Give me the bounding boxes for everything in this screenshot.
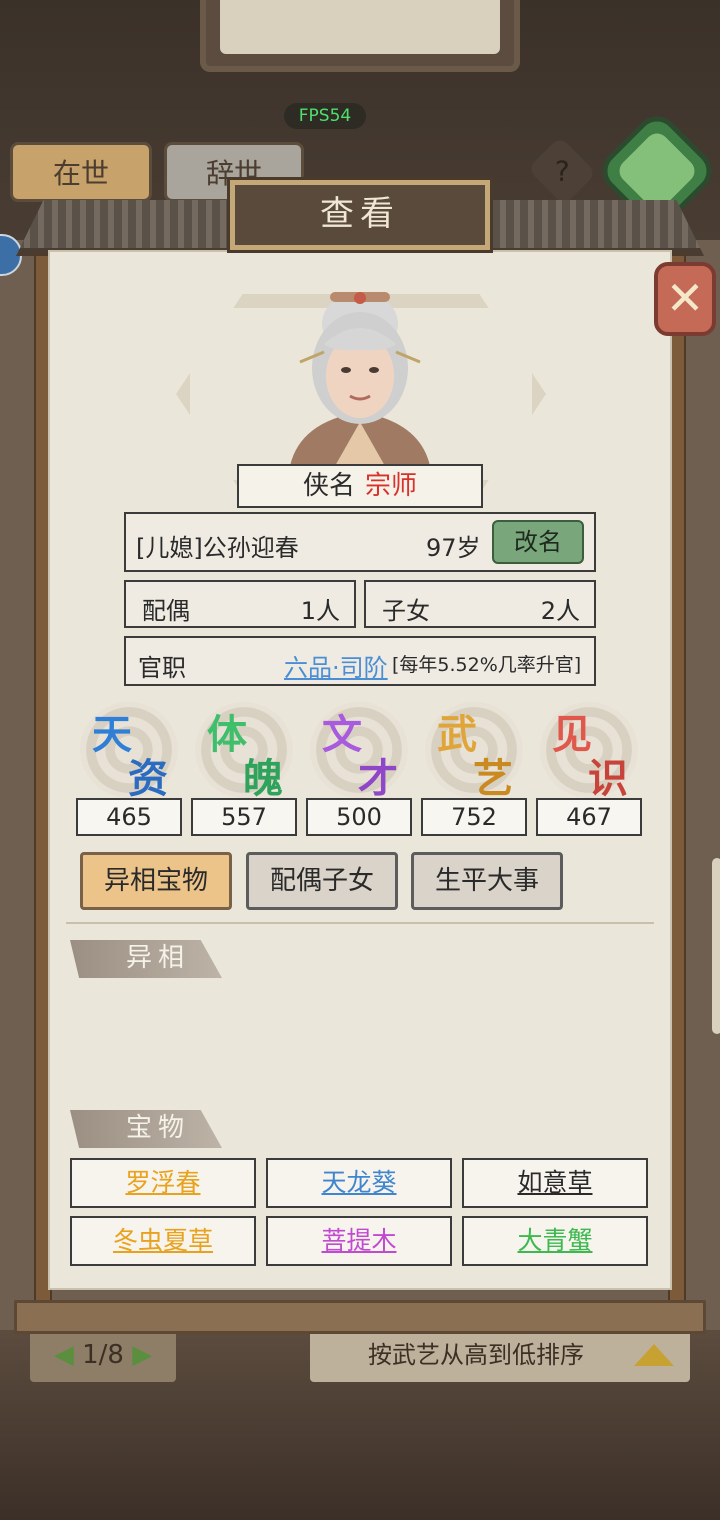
- stat-char-1: 武: [437, 711, 477, 758]
- name-row: [儿媳]公孙迎春 97岁 改名: [124, 512, 596, 572]
- tab-spouse-children[interactable]: 配偶子女: [246, 852, 398, 910]
- character-age: 97岁: [426, 534, 481, 562]
- tab-traits-treasures[interactable]: 异相宝物: [80, 852, 232, 910]
- promotion-rate: [每年5.52%几率升官]: [392, 654, 582, 676]
- stat-martial: 武 艺 752: [421, 702, 527, 836]
- sort-triangle-icon: [634, 1344, 674, 1366]
- treasure-item[interactable]: 罗浮春: [70, 1158, 256, 1208]
- next-page-icon[interactable]: ▶: [132, 1340, 152, 1370]
- tab-life-events[interactable]: 生平大事: [411, 852, 563, 910]
- prev-page-icon[interactable]: ◀: [54, 1340, 74, 1370]
- stat-char-2: 魄: [243, 755, 283, 802]
- spouse-label: 配偶: [142, 597, 190, 625]
- close-x-icon: ✕: [665, 271, 705, 325]
- page-number: 1/8: [82, 1340, 124, 1370]
- section-traits: 异相: [70, 940, 222, 978]
- section-treasures: 宝物: [70, 1110, 222, 1148]
- stat-physique: 体 魄 557: [191, 702, 297, 836]
- children-row: 子女 2人: [364, 580, 596, 628]
- spouse-row: 配偶 1人: [124, 580, 356, 628]
- scrollbar[interactable]: [712, 858, 720, 1034]
- character-portrait: [290, 292, 430, 466]
- stat-talent: 天 资 465: [76, 702, 182, 836]
- stat-char-1: 天: [92, 711, 132, 758]
- divider: [66, 922, 654, 924]
- painting-frame: [200, 0, 520, 72]
- hero-title-label: 侠名: [302, 471, 355, 501]
- dialog-title: 查看: [320, 194, 400, 234]
- sort-label: 按武艺从高到低排序: [368, 1341, 584, 1369]
- treasure-item[interactable]: 菩提木: [266, 1216, 452, 1266]
- stat-value: 467: [536, 798, 642, 836]
- sort-button[interactable]: 按武艺从高到低排序: [310, 1330, 690, 1382]
- close-button[interactable]: ✕: [654, 262, 716, 336]
- stat-char-2: 识: [588, 755, 628, 802]
- dialog-title-plaque: 查看: [230, 180, 490, 250]
- stat-char-2: 才: [358, 755, 398, 802]
- treasure-item[interactable]: 天龙葵: [266, 1158, 452, 1208]
- office-rank-link[interactable]: 六品·司阶: [284, 648, 388, 683]
- children-count: 2人: [540, 597, 580, 625]
- treasure-item[interactable]: 大青蟹: [462, 1216, 648, 1266]
- spouse-count: 1人: [300, 597, 340, 625]
- stat-value: 752: [421, 798, 527, 836]
- treasure-item[interactable]: 冬虫夏草: [70, 1216, 256, 1266]
- stat-char-1: 体: [207, 711, 247, 758]
- stat-char-2: 艺: [473, 755, 513, 802]
- stat-value: 465: [76, 798, 182, 836]
- hero-title-value: 宗师: [365, 471, 418, 501]
- children-label: 子女: [382, 597, 430, 625]
- treasure-item[interactable]: 如意草: [462, 1158, 648, 1208]
- stat-value: 557: [191, 798, 297, 836]
- dialog-base: [14, 1300, 706, 1334]
- stat-literacy: 文 才 500: [306, 702, 412, 836]
- hero-title-box: 侠名 宗师: [237, 464, 483, 508]
- stat-char-1: 见: [552, 711, 592, 758]
- page-indicator: ◀ 1/8 ▶: [30, 1330, 176, 1382]
- stat-char-1: 文: [322, 711, 362, 758]
- help-icon: ?: [554, 154, 570, 187]
- office-label: 官职: [138, 654, 186, 682]
- tab-alive[interactable]: 在世: [10, 142, 152, 202]
- stat-value: 500: [306, 798, 412, 836]
- painting: [220, 0, 500, 54]
- office-row: 官职 六品·司阶 [每年5.52%几率升官]: [124, 636, 596, 686]
- stat-char-2: 资: [128, 755, 168, 802]
- stat-knowledge: 见 识 467: [536, 702, 642, 836]
- fps-counter: FPS54: [284, 103, 366, 129]
- character-name: [儿媳]公孙迎春: [136, 534, 299, 562]
- rename-button[interactable]: 改名: [492, 520, 584, 564]
